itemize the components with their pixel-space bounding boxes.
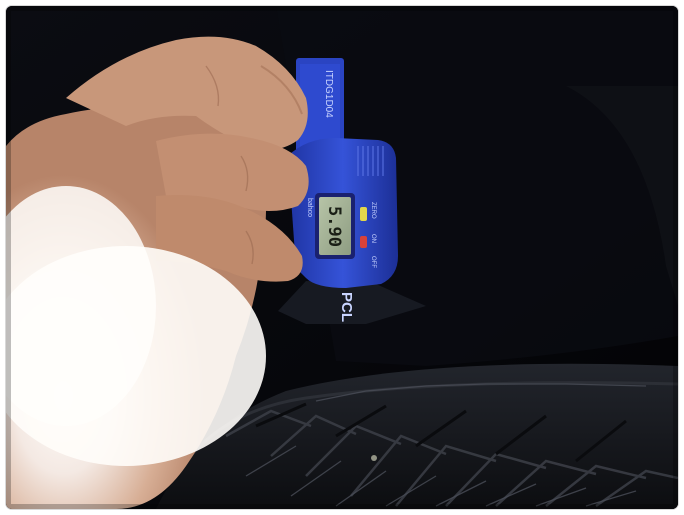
gauge-reading: 5.90 bbox=[324, 206, 344, 247]
on-label: ON bbox=[370, 234, 376, 243]
zero-button bbox=[360, 207, 367, 221]
zero-label: ZERO bbox=[370, 202, 376, 219]
on-off-button bbox=[360, 236, 367, 248]
photo-frame: ITDG1D04 5.90 bahco ZERO ON OFF PCL bbox=[6, 6, 678, 509]
gauge-model-label: ITDG1D04 bbox=[323, 70, 334, 118]
off-label: OFF bbox=[370, 256, 376, 268]
gauge-brand-label: PCL bbox=[338, 292, 355, 322]
gauge-maker-label: bahco bbox=[306, 198, 313, 217]
photo-scene: ITDG1D04 5.90 bahco ZERO ON OFF PCL bbox=[6, 6, 678, 509]
